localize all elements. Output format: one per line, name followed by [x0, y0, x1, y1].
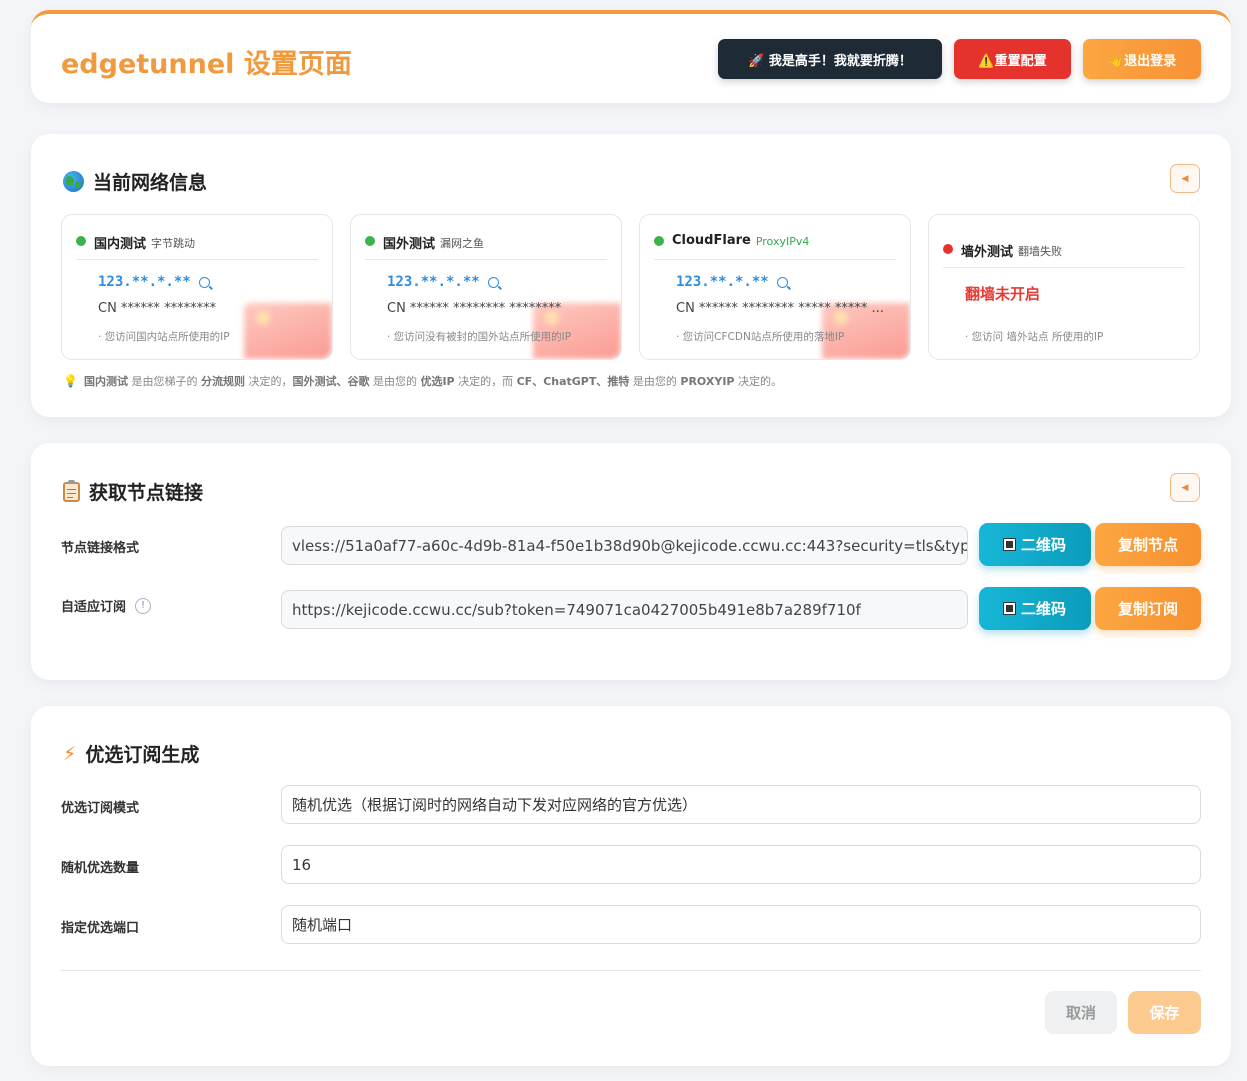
count-label: 随机优选数量: [61, 861, 140, 876]
qrcode-icon: [1002, 602, 1016, 615]
ip-panel-header: CloudFlare ProxyIPv4: [654, 233, 896, 260]
cancel-button[interactable]: 取消: [1045, 991, 1117, 1034]
ip-address: 123.**.*.**: [676, 274, 769, 290]
network-collapse-button[interactable]: ◀: [1170, 164, 1200, 193]
network-note: 💡 国内测试 是由您梯子的 分流规则 决定的，国外测试、谷歌 是由您的 优选IP…: [63, 373, 782, 389]
ip-address: 123.**.*.**: [98, 274, 191, 290]
network-section-title: 当前网络信息: [93, 172, 208, 194]
ip-description: · 您访问CFCDN站点所使用的落地IP: [676, 331, 845, 343]
ip-panel-name: 国外测试: [383, 237, 436, 252]
node-qrcode-button[interactable]: 二维码: [979, 523, 1091, 566]
ip-panel-provider: 字节跳动: [151, 237, 196, 250]
ip-panel-header: 墙外测试 翻墙失败: [943, 241, 1185, 268]
mode-label: 优选订阅模式: [61, 801, 140, 816]
preferred-subscription-card: ⚡ 优选订阅生成 优选订阅模式 随机优选（根据订阅时的网络自动下发对应网络的官方…: [31, 706, 1231, 1066]
ip-description: · 您访问国内站点所使用的IP: [98, 331, 230, 343]
ip-geo: CN ****** ********: [98, 301, 217, 316]
port-label: 指定优选端口: [61, 921, 140, 936]
node-section-title: 获取节点链接: [89, 482, 204, 504]
network-info-card: 当前网络信息 ◀ 国内测试 字节跳动 123.**.*.** CN ******…: [31, 134, 1231, 417]
ip-address: 123.**.*.**: [387, 274, 480, 290]
preferred-section-title: 优选订阅生成: [85, 744, 200, 766]
status-dot-icon: [76, 236, 86, 246]
clipboard-icon: [63, 479, 80, 502]
copy-subscription-button[interactable]: 复制订阅: [1095, 587, 1201, 630]
ip-address-link[interactable]: 123.**.*.**: [98, 274, 210, 290]
search-icon[interactable]: [776, 276, 788, 288]
node-link-card: 获取节点链接 ◀ 节点链接格式 vless://51a0af77-a60c-4d…: [31, 443, 1231, 680]
caret-left-icon: ◀: [1181, 482, 1189, 493]
count-input[interactable]: 16: [281, 845, 1201, 884]
status-dot-icon: [943, 244, 953, 254]
node-link-field[interactable]: vless://51a0af77-a60c-4d9b-81a4-f50e1b38…: [281, 526, 968, 565]
node-collapse-button[interactable]: ◀: [1170, 473, 1200, 502]
page-title: edgetunnel 设置页面: [61, 49, 352, 80]
divider: [61, 970, 1201, 971]
copy-node-button[interactable]: 复制节点: [1095, 523, 1201, 566]
ip-panel-foreign: 国外测试 漏网之鱼 123.**.*.** CN ****** ********…: [350, 214, 622, 360]
ip-panel-name: 墙外测试: [961, 245, 1014, 260]
ip-panel-provider: ProxyIPv4: [755, 235, 810, 248]
ip-description: · 您访问 墙外站点 所使用的IP: [965, 331, 1104, 343]
status-dot-icon: [654, 236, 664, 246]
info-icon[interactable]: !: [135, 597, 152, 614]
lightbulb-icon: 💡: [63, 374, 78, 388]
search-icon[interactable]: [198, 276, 210, 288]
header-card: edgetunnel 设置页面 🚀 我是高手！我就要折腾！ ⚠️重置配置 👋退出…: [31, 10, 1231, 103]
ip-address-link[interactable]: 123.**.*.**: [676, 274, 788, 290]
subscription-label-row: 自适应订阅 !: [61, 596, 152, 615]
ip-panel-cloudflare: CloudFlare ProxyIPv4 123.**.*.** CN ****…: [639, 214, 911, 360]
ip-geo: CN ****** ******** ***** ***** ...: [676, 301, 884, 316]
save-button[interactable]: 保存: [1128, 991, 1201, 1034]
qrcode-button-label: 二维码: [1020, 600, 1066, 618]
port-select[interactable]: 随机端口: [281, 905, 1201, 944]
ip-panel-name: 国内测试: [94, 237, 147, 252]
ip-panel-header: 国外测试 漏网之鱼: [365, 233, 607, 260]
node-link-label: 节点链接格式: [61, 541, 140, 556]
qrcode-button-label: 二维码: [1020, 536, 1066, 554]
status-dot-icon: [365, 236, 375, 246]
search-icon[interactable]: [487, 276, 499, 288]
ip-panel-name: CloudFlare: [672, 233, 751, 248]
expert-mode-button[interactable]: 🚀 我是高手！我就要折腾！: [718, 39, 942, 79]
ip-description: · 您访问没有被封的国外站点所使用的IP: [387, 331, 572, 343]
ip-address-link[interactable]: 123.**.*.**: [387, 274, 499, 290]
caret-left-icon: ◀: [1181, 173, 1189, 184]
qrcode-icon: [1002, 538, 1016, 551]
lightning-icon: ⚡: [63, 742, 77, 765]
mode-select[interactable]: 随机优选（根据订阅时的网络自动下发对应网络的官方优选）: [281, 785, 1201, 824]
ip-panel-header: 国内测试 字节跳动: [76, 233, 318, 260]
ip-panel-overseas: 墙外测试 翻墙失败 翻墙未开启 · 您访问 墙外站点 所使用的IP: [928, 214, 1200, 360]
reset-config-button[interactable]: ⚠️重置配置: [954, 39, 1071, 79]
ip-geo: CN ****** ******** ********: [387, 301, 562, 316]
node-section-header: 获取节点链接: [63, 478, 203, 505]
ip-panel-domestic: 国内测试 字节跳动 123.**.*.** CN ****** ********…: [61, 214, 333, 360]
subscription-qrcode-button[interactable]: 二维码: [979, 587, 1091, 630]
ip-panel-provider: 漏网之鱼: [440, 237, 485, 250]
subscription-label: 自适应订阅: [61, 600, 127, 615]
subscription-field[interactable]: https://kejicode.ccwu.cc/sub?token=74907…: [281, 590, 968, 629]
network-note-text: 国内测试 是由您梯子的 分流规则 决定的，国外测试、谷歌 是由您的 优选IP 决…: [83, 375, 782, 388]
proxy-fail-text: 翻墙未开启: [965, 285, 1041, 303]
ip-panel-provider: 翻墙失败: [1018, 245, 1063, 258]
network-section-header: 当前网络信息: [63, 168, 207, 195]
globe-icon: [63, 171, 84, 192]
logout-button[interactable]: 👋退出登录: [1083, 39, 1201, 79]
preferred-section-header: ⚡ 优选订阅生成: [63, 740, 199, 767]
